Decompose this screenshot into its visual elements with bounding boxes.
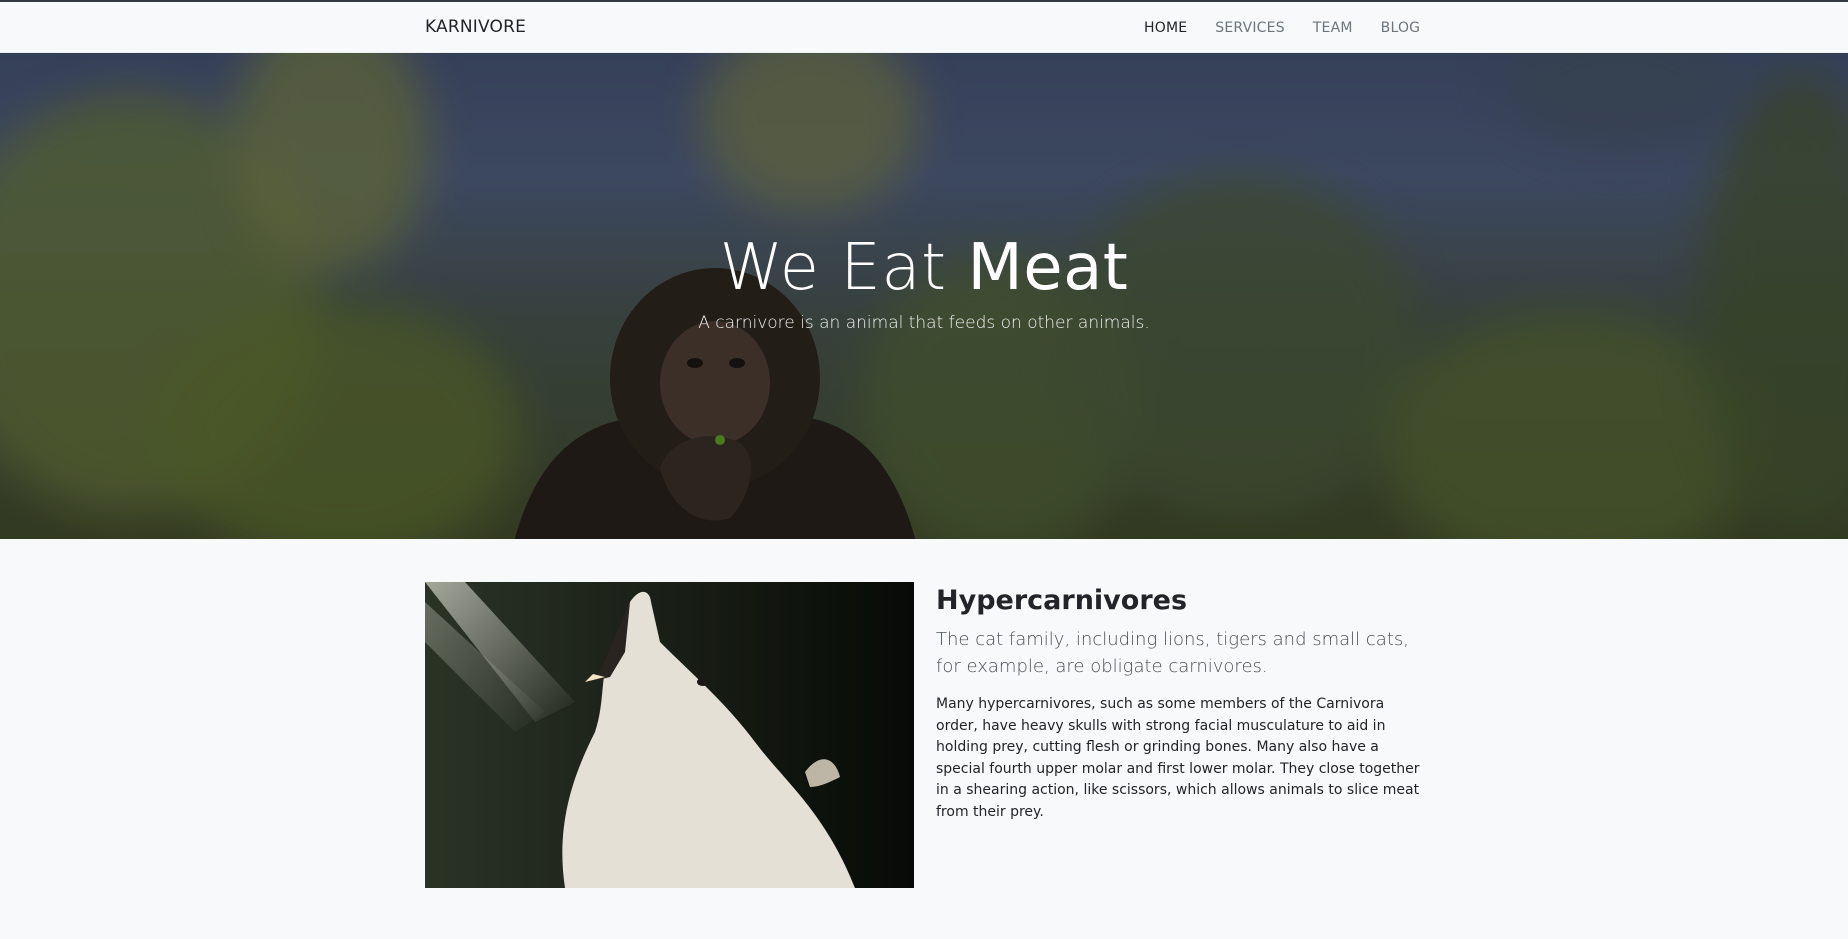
chimpanzee-image [514, 268, 916, 539]
wolf-image [425, 582, 914, 888]
hero-title-bold: Meat [967, 231, 1129, 305]
nav-item-services[interactable]: SERVICES [1215, 20, 1285, 36]
nav-item-home[interactable]: HOME [1144, 20, 1187, 36]
hero-title-light: We Eat [719, 231, 947, 305]
feature-body: Many hypercarnivores, such as some membe… [936, 696, 1420, 820]
howling-wolf-illustration [425, 582, 914, 888]
nav-menu: HOME SERVICES TEAM BLOG [1144, 20, 1448, 36]
brand-logo[interactable]: KARNIVORE [425, 17, 526, 37]
navbar: KARNIVORE HOME SERVICES TEAM BLOG [0, 2, 1848, 53]
nav-item-team[interactable]: TEAM [1313, 20, 1353, 36]
hero-title: We Eat Meat [0, 231, 1848, 305]
feature-content: Hypercarnivores The cat family, includin… [936, 585, 1426, 824]
feature-heading: Hypercarnivores [936, 585, 1188, 616]
feature-lead: The cat family, including lions, tigers … [936, 629, 1409, 677]
nav-item-blog[interactable]: BLOG [1381, 20, 1421, 36]
hero-banner: We Eat Meat A carnivore is an animal tha… [0, 53, 1848, 539]
hero-subtitle: A carnivore is an animal that feeds on o… [698, 313, 1150, 333]
